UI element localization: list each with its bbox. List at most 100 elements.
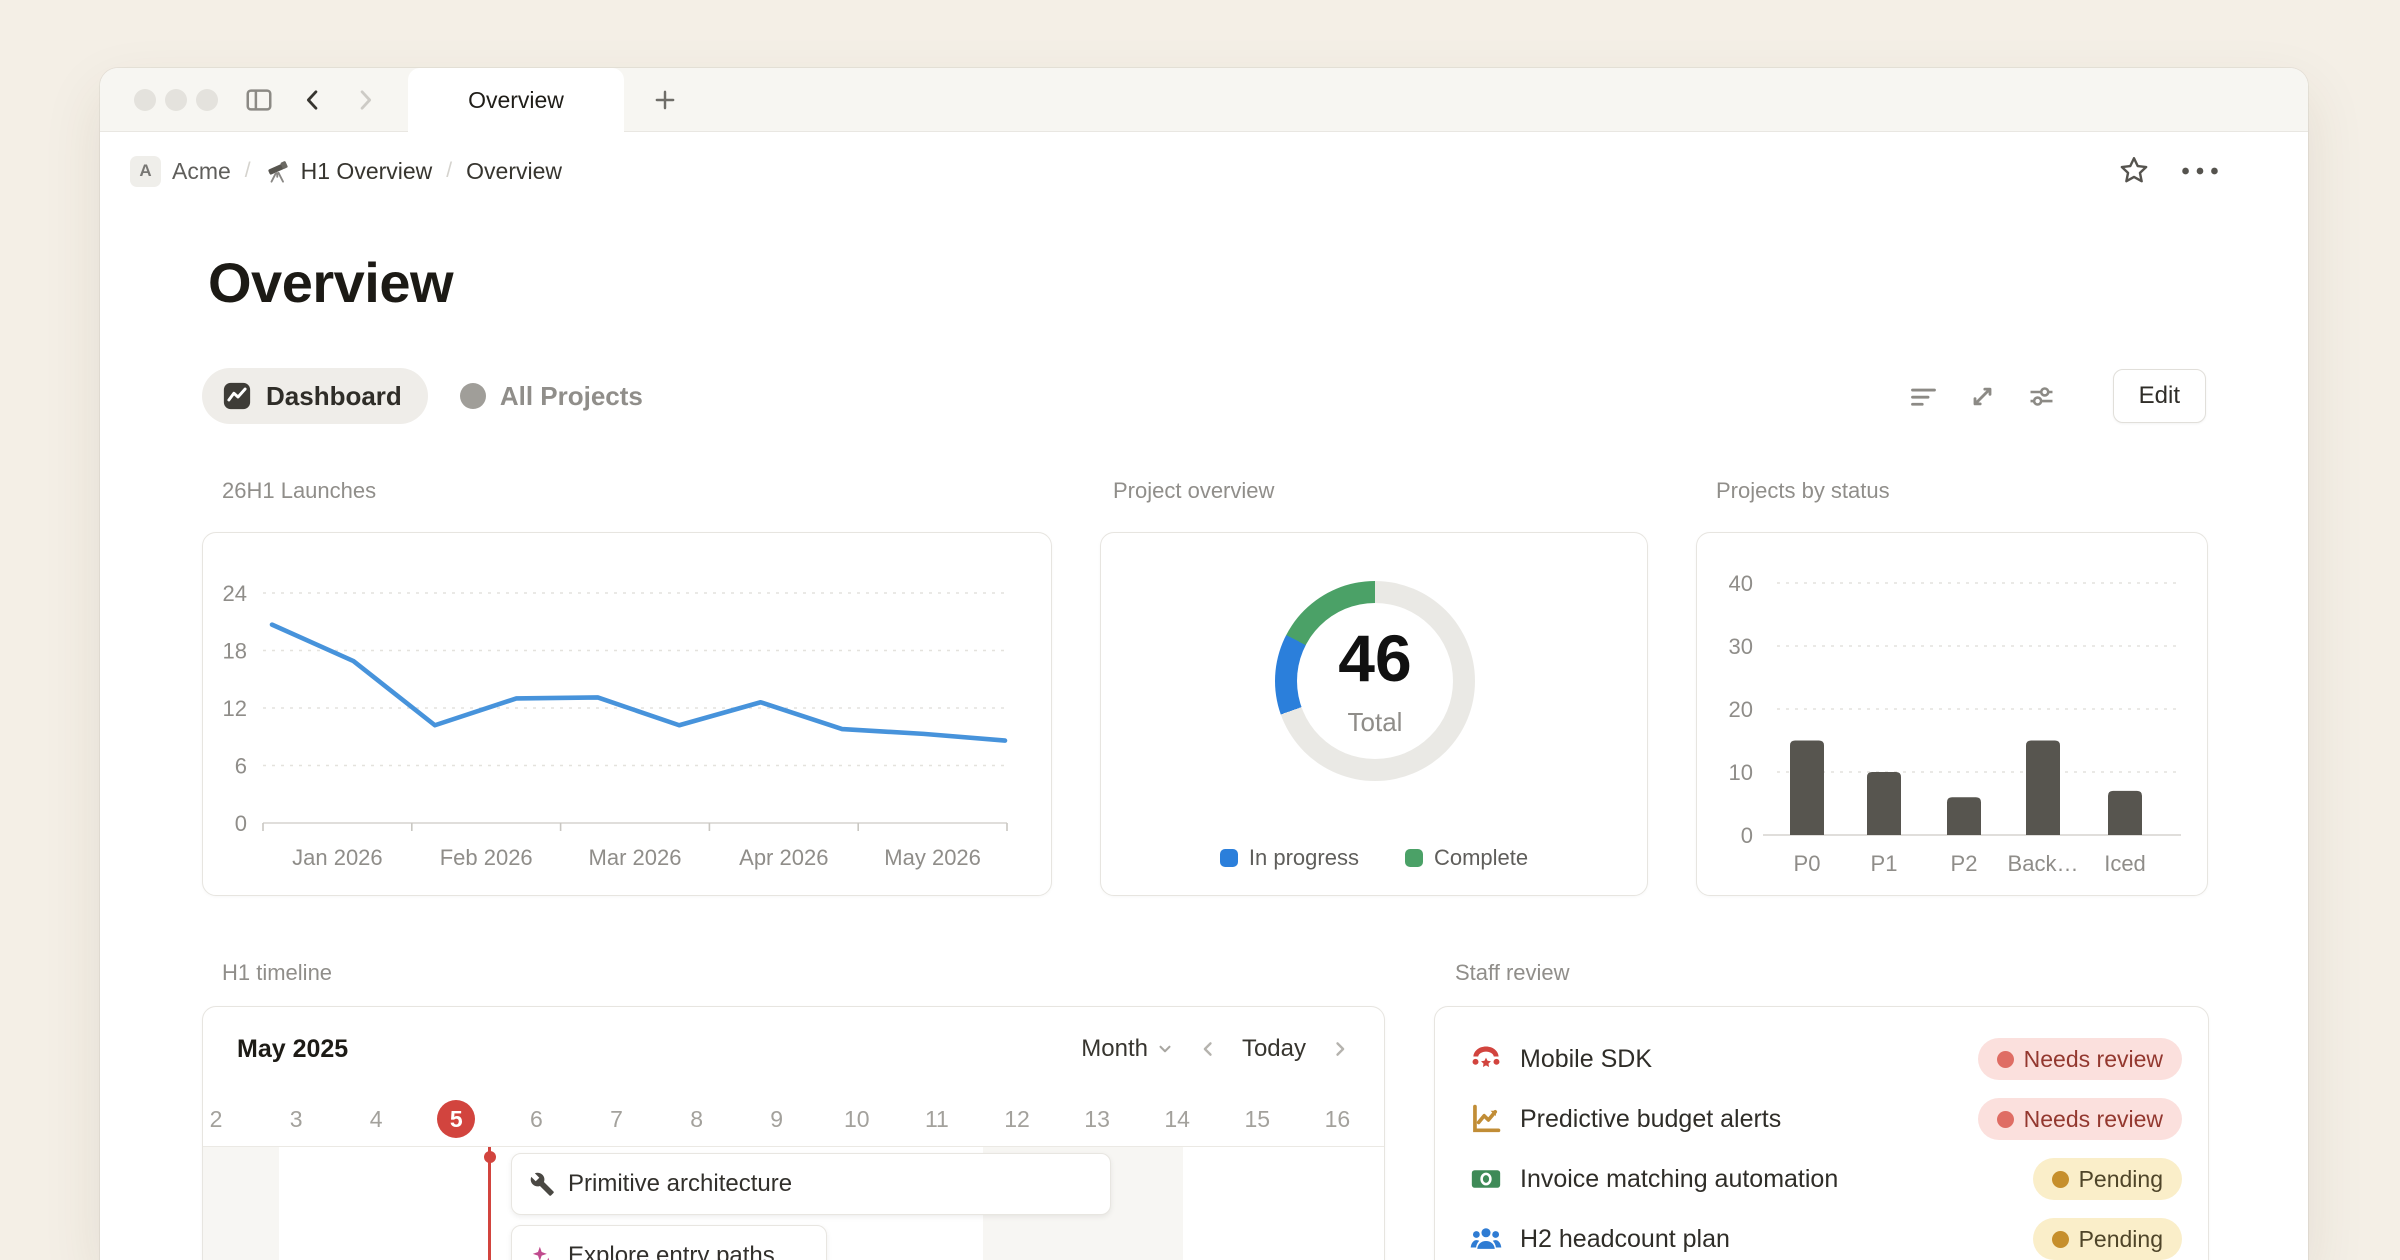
breadcrumb-separator: / (245, 159, 251, 183)
breadcrumb-workspace[interactable]: Acme (172, 158, 231, 185)
timeline-day-3[interactable]: 3 (256, 1091, 336, 1147)
staff-review-row[interactable]: Mobile SDK Needs review (1469, 1029, 2182, 1089)
svg-text:Feb 2026: Feb 2026 (440, 845, 533, 870)
sliders-icon[interactable] (2026, 380, 2058, 412)
chevron-down-icon (1156, 1040, 1174, 1058)
timeline-day-6[interactable]: 6 (496, 1091, 576, 1147)
zoom-window-button[interactable] (196, 89, 218, 111)
staff-item-title: Invoice matching automation (1520, 1165, 2033, 1194)
chart-increase-icon (1469, 1102, 1503, 1136)
legend-swatch-in-progress (1220, 849, 1238, 867)
staff-review-section-title: Staff review (1455, 960, 1570, 986)
workspace-avatar[interactable]: A (130, 156, 161, 187)
today-indicator-line (488, 1147, 491, 1260)
filter-icon[interactable] (1908, 380, 1940, 412)
timeline-next-button[interactable] (1330, 1039, 1350, 1059)
timeline-day-14[interactable]: 14 (1137, 1091, 1217, 1147)
timeline-day-8[interactable]: 8 (657, 1091, 737, 1147)
bar-P0 (1790, 741, 1824, 836)
svg-text:12: 12 (223, 696, 247, 721)
app-window: Overview A Acme / H1 Overview / Overview… (100, 68, 2308, 1260)
more-options-icon[interactable] (2180, 151, 2220, 191)
view-actions: Edit (1908, 369, 2206, 423)
sidebar-toggle-icon[interactable] (244, 85, 274, 115)
breadcrumb-parent[interactable]: H1 Overview (301, 158, 433, 185)
telescope-icon (265, 158, 292, 185)
status-dot (1997, 1111, 2014, 1128)
svg-text:20: 20 (1729, 697, 1753, 722)
staff-review-row[interactable]: Invoice matching automationPending (1469, 1149, 2182, 1209)
gray-circle-icon (460, 383, 486, 409)
staff-review-row[interactable]: Predictive budget alertsNeeds review (1469, 1089, 2182, 1149)
line-chart-title: 26H1 Launches (222, 478, 376, 504)
edit-button[interactable]: Edit (2113, 369, 2206, 423)
back-button[interactable] (298, 85, 328, 115)
legend-complete: Complete (1405, 845, 1528, 871)
timeline-event-title: Explore entry paths (568, 1242, 775, 1260)
status-badge: Needs review (1978, 1038, 2182, 1080)
close-window-button[interactable] (134, 89, 156, 111)
sparkles-icon (529, 1243, 555, 1260)
timeline-day-13[interactable]: 13 (1057, 1091, 1137, 1147)
status-badge: Needs review (1978, 1098, 2182, 1140)
forward-button[interactable] (350, 85, 380, 115)
weekend-shade (203, 1147, 279, 1260)
minimize-window-button[interactable] (165, 89, 187, 111)
bar-P2 (1947, 797, 1981, 835)
wrench-icon (529, 1171, 555, 1197)
staff-item-title: H2 headcount plan (1520, 1225, 2033, 1254)
bar-P1 (1867, 772, 1901, 835)
svg-text:6: 6 (235, 754, 247, 779)
timeline-event[interactable]: Explore entry paths (511, 1225, 827, 1260)
staff-item-title: Mobile SDK (1520, 1045, 1978, 1074)
timeline-day-9[interactable]: 9 (737, 1091, 817, 1147)
timeline-day-10[interactable]: 10 (817, 1091, 897, 1147)
favorite-star-icon[interactable] (2114, 151, 2154, 191)
bar-Iced (2108, 791, 2142, 835)
active-tab[interactable]: Overview (408, 68, 624, 133)
timeline-day-5[interactable]: 5 (416, 1091, 496, 1147)
status-label: Needs review (2024, 1046, 2163, 1073)
page-title: Overview (208, 250, 453, 315)
browser-tab-bar: Overview (100, 68, 2308, 132)
donut-total-label: Total (1348, 707, 1403, 738)
tab-all-projects[interactable]: All Projects (434, 368, 669, 424)
timeline-day-2[interactable]: 2 (202, 1091, 256, 1147)
timeline-day-11[interactable]: 11 (897, 1091, 977, 1147)
status-dot (2052, 1231, 2069, 1248)
breadcrumb: A Acme / H1 Overview / Overview (100, 132, 2308, 210)
svg-text:P0: P0 (1794, 851, 1821, 876)
svg-text:Back…: Back… (2008, 851, 2079, 876)
new-tab-button[interactable] (650, 85, 680, 115)
launches-line-chart-card: 24181260Jan 2026Feb 2026Mar 2026Apr 2026… (202, 532, 1052, 896)
people-icon (1469, 1222, 1503, 1256)
svg-text:40: 40 (1729, 571, 1753, 596)
donut-total-value: 46 (1338, 625, 1411, 691)
timeline-today-button[interactable]: Today (1242, 1035, 1306, 1063)
timeline-day-16[interactable]: 16 (1297, 1091, 1377, 1147)
timeline-card: May 2025 Month Today 2345678910111213141… (202, 1006, 1385, 1260)
view-selector-label: Month (1081, 1035, 1148, 1063)
donut-chart-title: Project overview (1113, 478, 1274, 504)
status-label: Pending (2079, 1226, 2163, 1253)
svg-text:Mar 2026: Mar 2026 (589, 845, 682, 870)
projects-by-status-card: 403020100P0P1P2Back…Iced (1696, 532, 2208, 896)
bar-chart-title: Projects by status (1716, 478, 1890, 504)
timeline-day-12[interactable]: 12 (977, 1091, 1057, 1147)
timeline-view-selector[interactable]: Month (1081, 1035, 1174, 1063)
tab-dashboard-label: Dashboard (266, 381, 402, 412)
status-dot (2052, 1171, 2069, 1188)
status-label: Needs review (2024, 1106, 2163, 1133)
tab-dashboard[interactable]: Dashboard (202, 368, 428, 424)
status-badge: Pending (2033, 1218, 2182, 1260)
svg-text:0: 0 (235, 811, 247, 836)
timeline-day-7[interactable]: 7 (577, 1091, 657, 1147)
projects-by-status-chart: 403020100P0P1P2Back…Iced (1697, 533, 2207, 895)
timeline-day-4[interactable]: 4 (336, 1091, 416, 1147)
staff-review-row[interactable]: H2 headcount plan Pending (1469, 1209, 2182, 1260)
expand-icon[interactable] (1967, 380, 1999, 412)
timeline-event[interactable]: Primitive architecture (511, 1153, 1111, 1215)
timeline-prev-button[interactable] (1198, 1039, 1218, 1059)
timeline-day-15[interactable]: 15 (1217, 1091, 1297, 1147)
breadcrumb-current[interactable]: Overview (466, 158, 562, 185)
